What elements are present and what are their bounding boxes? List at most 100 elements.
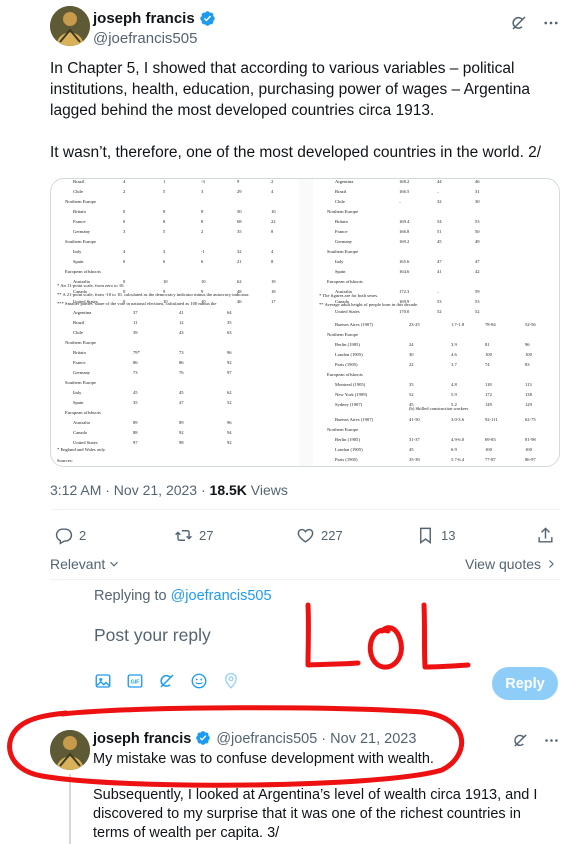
table-cell: 43 [179,330,184,335]
table-cell: 8 [163,209,166,214]
table-cell: 3.7 [451,362,457,367]
reply-tweet[interactable]: joseph francis @joefrancis505 · Nov 21, … [50,724,560,844]
header-actions [510,14,560,32]
table-row: Paris (1905) 35-39 5.7-6.4 77-87 86-97 [313,455,559,465]
table-row: Brazil 166.5.. 31 [313,187,559,197]
table-cell: 3 [201,189,204,194]
avatar[interactable] [50,730,90,770]
tweet-actions: 2 27 227 13 [50,522,560,552]
table-cell: Spain [73,400,84,405]
table-cell: 11 [133,320,138,325]
image-icon[interactable] [94,672,112,690]
table-row: Buenos Aires (1907) 23-25 1.7-1.8 78-84 52-5… [313,320,559,330]
table-cell: Germany [335,239,353,244]
replying-handle-link[interactable]: @joefrancis505 [171,588,272,604]
table-cell: Britain [335,219,348,224]
table-note: Sources: [57,458,73,463]
table-cell: 30 [409,352,414,357]
author-display-name[interactable]: joseph francis [93,10,195,27]
table-cell: 76 [179,370,184,375]
more-icon[interactable] [542,14,560,32]
table-row: Chile 39 43 63 [51,328,299,338]
table-cell: 100 [485,352,492,357]
table-cell: 170.0 [399,309,410,314]
table-cell: 64 [227,310,232,315]
avatar[interactable] [50,6,90,46]
table-cell: 52-56 [525,322,536,327]
svg-text:GIF: GIF [131,680,141,686]
table-cell: 81 [485,342,490,347]
table-row: Canada 88 92 94 [51,428,299,438]
reply-meta[interactable]: @joefrancis505 · Nov 21, 2023 [216,731,416,747]
table-cell: 5.9 [451,392,457,397]
table-cell: 45 [133,390,138,395]
reply-author-name[interactable]: joseph francis [93,731,191,747]
table-cell: New York (1909) [335,392,368,397]
table-cell: 113 [525,382,532,387]
table-cell: 86 [179,360,184,365]
repost-button[interactable]: 27 [174,526,213,545]
tweet-media[interactable]: Brazil 4 1 -3 9 2 Chile 2 5 3 29 4 Northern Europe Br… [50,178,560,467]
table-cell: Southern Europe [65,380,97,385]
table-cell: 166.5 [399,189,410,194]
more-icon[interactable] [543,732,560,749]
grok-icon[interactable] [510,14,528,32]
table-cell: 73 [179,350,184,355]
table-cell: 39 [133,330,138,335]
table-cell: Argentina [335,179,354,184]
author-handle[interactable]: @joefrancis505 [93,30,197,47]
table-row: European offshoots [313,277,559,287]
table-cell: 63 [227,330,232,335]
table-cell: European offshoots [327,465,363,466]
table-row: Northern Europe [313,425,559,435]
table-row: Buenos Aires (1907) 41-50 3.0-3.6 92-111 62-… [313,415,559,425]
table-cell: Brazil [335,189,347,194]
table-cell: Montreal (1905) [335,382,366,387]
view-quotes-link[interactable]: View quotes [465,556,557,572]
replying-prefix: Replying to [94,588,171,604]
grok-icon[interactable] [512,732,529,749]
table-row: Northern Europe [51,197,299,207]
chevron-down-icon [110,561,119,567]
reply-count: 2 [79,528,87,543]
reply-button[interactable]: 2 [54,526,86,545]
location-icon[interactable] [222,672,240,690]
table-cell: Spain [335,269,346,274]
table-cell: 3.0-3.6 [451,417,465,422]
table-row: Argentina 37 41 64 [51,308,299,318]
views-label: Views [246,482,288,498]
table-cell: London (1905) [335,447,363,452]
table-cell: 5 [163,229,166,234]
share-button[interactable] [536,526,555,545]
relevant-sort[interactable]: Relevant [50,556,121,572]
table-cell: 96 [227,420,232,425]
table-cell: 23-25 [409,322,420,327]
table-cell: 4 [123,249,126,254]
table-cell: Chile [73,189,83,194]
table-row: Germany 169.2 45 49 [313,237,559,247]
table-cell: 10 [271,209,276,214]
table-note: * An 11-point scale, from zero to 10. [57,283,125,288]
tweet-timestamp[interactable]: 3:12 AM · Nov 21, 2023 · [50,482,210,498]
share-icon [538,527,553,543]
table-row: Berlin (1905) 24 3.9 81 96 [313,340,559,350]
reply-submit-button[interactable]: Reply [492,667,558,700]
table-row: Spain 35 47 52 [51,398,299,408]
reply-input[interactable] [94,622,394,648]
table-cell: European offshoots [65,410,101,415]
table-row: Northern Europe [313,207,559,217]
repost-count: 27 [199,528,214,543]
table-cell: 78-84 [485,322,496,327]
grok-icon[interactable] [158,672,176,690]
bookmark-button[interactable]: 13 [416,526,455,545]
table-cell: 4.8 [451,382,457,387]
like-button[interactable]: 227 [296,526,343,545]
gif-icon[interactable]: GIF [126,672,144,690]
table-cell: 96 [525,342,530,347]
emoji-icon[interactable] [190,672,208,690]
table-cell: Northern Europe [327,427,358,432]
table-cell: 2 [271,179,274,184]
table-cell: -3 [201,179,205,184]
table-row: France 86 86 92 [51,358,299,368]
table-row: European offshoots [51,408,299,418]
